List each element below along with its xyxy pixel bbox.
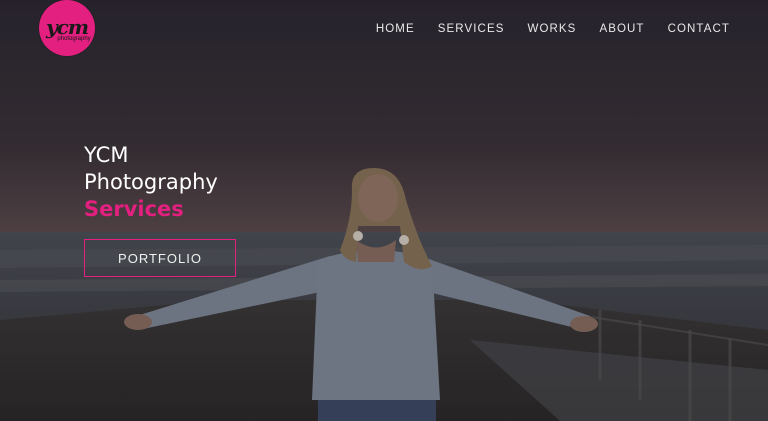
nav-works[interactable]: WORKS xyxy=(527,21,576,37)
nav-contact[interactable]: CONTACT xyxy=(668,21,730,37)
hero-line-1: YCM xyxy=(84,143,129,167)
logo-mark: ycm xyxy=(46,14,89,39)
logo-subtitle: photography xyxy=(57,35,91,42)
hero-line-3: Services xyxy=(84,197,184,221)
nav-home[interactable]: HOME xyxy=(376,21,415,37)
nav-services[interactable]: SERVICES xyxy=(438,21,505,37)
hero-heading: YCM Photography Services xyxy=(84,142,218,223)
main-nav: HOME SERVICES WORKS ABOUT CONTACT xyxy=(353,21,730,37)
brand-logo[interactable]: ycm photography xyxy=(39,0,95,56)
nav-about[interactable]: ABOUT xyxy=(599,21,644,37)
portfolio-button[interactable]: PORTFOLIO xyxy=(84,239,236,277)
hero-line-2: Photography xyxy=(84,170,218,194)
